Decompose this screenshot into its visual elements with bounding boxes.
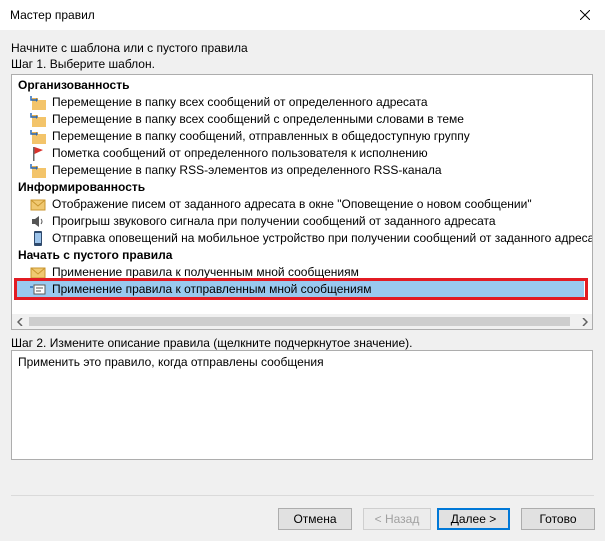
envelope-icon	[30, 267, 46, 279]
scroll-left-button[interactable]	[12, 314, 27, 329]
template-label: Проигрыш звукового сигнала при получении…	[52, 214, 496, 228]
template-mobile-alert[interactable]: Отправка оповещений на мобильное устройс…	[30, 230, 593, 247]
chevron-right-icon	[581, 317, 588, 326]
intro-heading: Начните с шаблона или с пустого правила	[11, 41, 248, 55]
step1-label: Шаг 1. Выберите шаблон.	[11, 57, 155, 71]
move-to-folder-icon	[30, 96, 46, 110]
close-button[interactable]	[565, 0, 605, 30]
close-icon	[580, 10, 590, 20]
move-to-folder-icon	[30, 113, 46, 127]
step2-label: Шаг 2. Измените описание правила (щелкни…	[11, 336, 413, 350]
rule-description-text: Применить это правило, когда отправлены …	[18, 355, 324, 369]
template-play-sound[interactable]: Проигрыш звукового сигнала при получении…	[30, 213, 590, 230]
template-label: Отправка оповещений на мобильное устройс…	[52, 231, 593, 245]
finish-button[interactable]: Готово	[521, 508, 595, 530]
separator	[11, 495, 594, 496]
group-inform: Информированность	[18, 180, 146, 194]
template-label: Перемещение в папку RSS-элементов из опр…	[52, 163, 442, 177]
template-alert-window[interactable]: Отображение писем от заданного адресата …	[30, 196, 590, 213]
template-label: Отображение писем от заданного адресата …	[52, 197, 532, 211]
scroll-right-button[interactable]	[577, 314, 592, 329]
template-label: Применение правила к отправленным мной с…	[52, 282, 372, 296]
scroll-thumb[interactable]	[29, 317, 570, 326]
envelope-icon	[30, 199, 46, 211]
chevron-left-icon	[16, 317, 23, 326]
speaker-icon	[32, 216, 43, 227]
back-button[interactable]: < Назад	[363, 508, 431, 530]
cancel-button[interactable]: Отмена	[278, 508, 352, 530]
send-mail-icon	[30, 284, 46, 295]
template-move-public-group[interactable]: Перемещение в папку сообщений, отправлен…	[30, 128, 590, 145]
template-list[interactable]: Организованность Перемещение в папку все…	[11, 74, 593, 330]
template-move-rss[interactable]: Перемещение в папку RSS-элементов из опр…	[30, 162, 590, 179]
template-move-from-sender[interactable]: Перемещение в папку всех сообщений от оп…	[30, 94, 590, 111]
rule-description[interactable]: Применить это правило, когда отправлены …	[11, 350, 593, 460]
horizontal-scrollbar[interactable]	[12, 314, 592, 329]
window-title: Мастер правил	[10, 8, 95, 22]
move-to-folder-icon	[30, 130, 46, 144]
title-bar: Мастер правил	[0, 0, 605, 30]
template-apply-received[interactable]: Применение правила к полученным мной соо…	[30, 264, 590, 281]
template-move-with-words[interactable]: Перемещение в папку всех сообщений с опр…	[30, 111, 590, 128]
red-flag-icon	[33, 147, 43, 161]
group-blank: Начать с пустого правила	[18, 248, 173, 262]
template-label: Перемещение в папку сообщений, отправлен…	[52, 129, 470, 143]
template-label: Перемещение в папку всех сообщений с опр…	[52, 112, 464, 126]
next-button[interactable]: Далее >	[437, 508, 510, 530]
template-label: Перемещение в папку всех сообщений от оп…	[52, 95, 428, 109]
template-apply-sent[interactable]: Применение правила к отправленным мной с…	[16, 281, 584, 298]
move-to-folder-icon	[30, 164, 46, 178]
group-organize: Организованность	[18, 78, 130, 92]
template-label: Пометка сообщений от определенного польз…	[52, 146, 428, 160]
mobile-phone-icon	[34, 231, 42, 246]
template-flag-from-user[interactable]: Пометка сообщений от определенного польз…	[30, 145, 590, 162]
template-label: Применение правила к полученным мной соо…	[52, 265, 359, 279]
